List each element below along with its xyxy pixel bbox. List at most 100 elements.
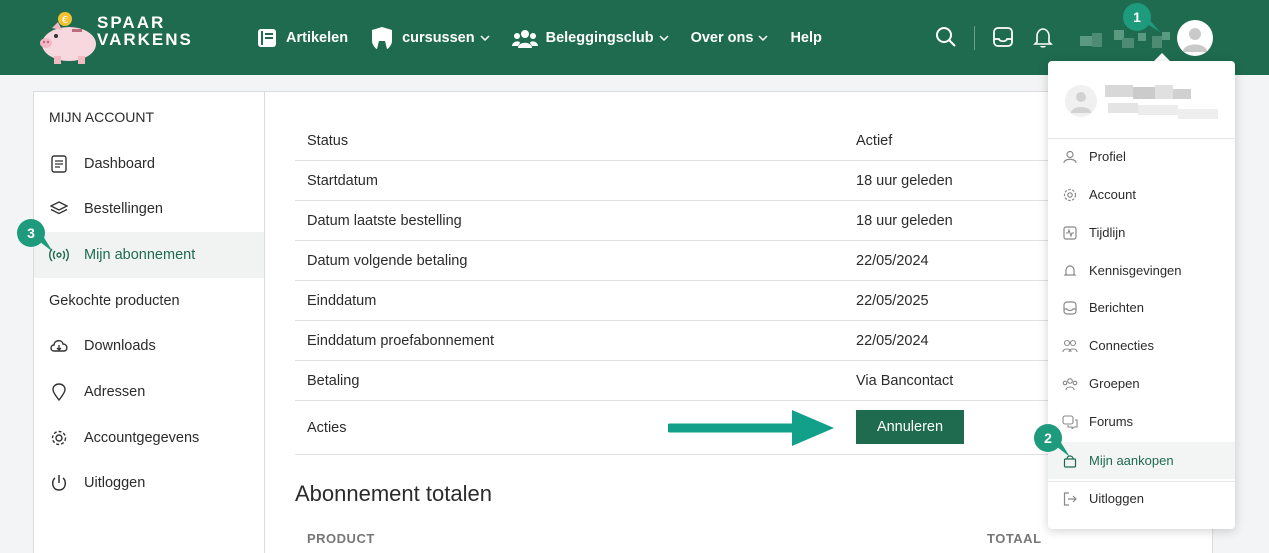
table-row: Startdatum 18 uur geleden <box>295 161 1075 201</box>
book-icon <box>258 28 276 47</box>
row-key: Betaling <box>307 373 360 389</box>
dropdown-item-label: Forums <box>1089 414 1134 429</box>
dropdown-item-kennisgevingen[interactable]: Kennisgevingen <box>1048 252 1235 289</box>
table-row: Datum volgende betaling 22/05/2024 <box>295 241 1075 281</box>
dropdown-item-label: Tijdlijn <box>1089 225 1126 240</box>
annotation-arrow-icon <box>668 410 834 446</box>
row-key: Datum laatste bestelling <box>307 213 462 229</box>
badge-pointer-icon <box>1140 18 1160 32</box>
logo-text-bottom: VARKENS <box>97 30 193 49</box>
dropdown-item-uitloggen[interactable]: Uitloggen <box>1048 480 1235 517</box>
graduation-icon <box>372 26 393 49</box>
connections-icon <box>1062 339 1078 352</box>
row-key: Startdatum <box>307 173 378 189</box>
nav-over-ons[interactable]: Over ons <box>691 30 769 46</box>
groups-icon <box>1062 377 1078 390</box>
table-row: Datum laatste bestelling 18 uur geleden <box>295 201 1075 241</box>
dropdown-item-connecties[interactable]: Connecties <box>1048 327 1235 364</box>
sidebar-item-label: Bestellingen <box>84 201 163 217</box>
dropdown-item-label: Kennisgevingen <box>1089 263 1182 278</box>
table-row: Einddatum proefabonnement 22/05/2024 <box>295 321 1075 361</box>
row-value: Actief <box>856 133 893 149</box>
header-divider <box>974 26 975 50</box>
main-nav: Artikelen cursussen Beleggingsclub Over … <box>256 0 844 75</box>
sidebar-item-label: Adressen <box>84 384 146 400</box>
user-avatar-icon <box>1071 92 1091 113</box>
user-dropdown-menu: Profiel Account Tijdlijn Kennisgevingen … <box>1048 61 1235 529</box>
nav-beleggingsclub[interactable]: Beleggingsclub <box>511 28 669 48</box>
nav-beleggingsclub-label: Beleggingsclub <box>545 29 654 46</box>
badge-pointer-icon <box>35 236 53 252</box>
dropdown-item-label: Account <box>1089 187 1136 202</box>
row-key: Datum volgende betaling <box>307 253 468 269</box>
inbox-icon <box>1063 300 1077 315</box>
dropdown-item-groepen[interactable]: Groepen <box>1048 365 1235 402</box>
nav-cursussen[interactable]: cursussen <box>370 26 490 49</box>
dropdown-item-label: Berichten <box>1089 300 1144 315</box>
account-sidebar: MIJN ACCOUNT Dashboard Bestellingen Mijn… <box>34 92 265 553</box>
chevron-down-icon <box>659 34 669 41</box>
sidebar-item-label: Downloads <box>84 338 156 354</box>
dropdown-item-label: Mijn aankopen <box>1089 453 1174 468</box>
search-icon[interactable] <box>935 26 957 48</box>
users-icon <box>511 29 538 48</box>
step-badge-number: 2 <box>1044 430 1052 446</box>
user-avatar-icon <box>1183 28 1207 52</box>
power-icon <box>51 475 67 491</box>
sidebar-item-uitloggen[interactable]: Uitloggen <box>34 460 264 506</box>
dropdown-item-account[interactable]: Account <box>1048 176 1235 213</box>
badge-pointer-icon <box>1052 441 1070 457</box>
sidebar-item-adressen[interactable]: Adressen <box>34 369 264 415</box>
user-icon <box>1063 150 1077 163</box>
row-key: Einddatum proefabonnement <box>307 333 495 349</box>
dropdown-item-label: Groepen <box>1089 376 1140 391</box>
svg-text:€: € <box>62 15 68 26</box>
nav-help[interactable]: Help <box>790 30 821 46</box>
logout-icon <box>1063 491 1077 506</box>
totals-title: Abonnement totalen <box>295 481 492 506</box>
table-row: Betaling Via Bancontact <box>295 361 1075 401</box>
dropdown-item-profiel[interactable]: Profiel <box>1048 138 1235 175</box>
sidebar-item-bestellingen[interactable]: Bestellingen <box>34 186 264 232</box>
logo-wordmark[interactable]: SPAAR VARKENS <box>97 14 193 48</box>
sidebar-item-downloads[interactable]: Downloads <box>34 323 264 369</box>
sidebar-item-label: Accountgegevens <box>84 430 200 446</box>
inbox-icon[interactable] <box>992 26 1014 48</box>
dropdown-item-forums[interactable]: Forums <box>1048 403 1235 440</box>
logo-text-top: SPAAR <box>97 13 166 32</box>
chevron-down-icon <box>758 34 768 41</box>
nav-help-label: Help <box>790 29 822 46</box>
row-value: 22/05/2024 <box>856 333 929 349</box>
cancel-subscription-button[interactable]: Annuleren <box>856 410 964 444</box>
sidebar-item-label: Dashboard <box>84 156 155 172</box>
sidebar-item-mijn-abonnement[interactable]: Mijn abonnement <box>34 232 264 278</box>
chevron-down-icon <box>480 34 490 41</box>
bell-icon[interactable] <box>1032 26 1054 48</box>
forum-icon <box>1062 414 1078 429</box>
col-product-header: PRODUCT <box>307 531 375 546</box>
gear-icon <box>51 430 67 446</box>
col-total-header: TOTAAL <box>987 531 1042 546</box>
row-value: 18 uur geleden <box>856 173 953 189</box>
row-key: Einddatum <box>307 293 377 309</box>
table-row: Status Actief <box>295 121 1075 161</box>
nav-artikelen[interactable]: Artikelen <box>256 27 348 49</box>
dashboard-icon <box>51 155 67 173</box>
dropdown-item-tijdlijn[interactable]: Tijdlijn <box>1048 214 1235 251</box>
sidebar-item-dashboard[interactable]: Dashboard <box>34 141 264 187</box>
timeline-icon <box>1063 225 1077 240</box>
sidebar-item-label: Uitloggen <box>84 475 146 491</box>
row-value: 22/05/2024 <box>856 253 929 269</box>
sidebar-item-label: Mijn abonnement <box>84 247 196 263</box>
avatar[interactable] <box>1177 20 1213 56</box>
nav-over-ons-label: Over ons <box>690 29 754 46</box>
sidebar-item-accountgegevens[interactable]: Accountgegevens <box>34 415 264 461</box>
row-value: 22/05/2025 <box>856 293 929 309</box>
dropdown-item-berichten[interactable]: Berichten <box>1048 289 1235 326</box>
sidebar-title: MIJN ACCOUNT <box>49 109 154 125</box>
dropdown-user-card[interactable] <box>1048 61 1235 139</box>
dropdown-item-mijn-aankopen[interactable]: Mijn aankopen <box>1048 442 1235 479</box>
account-card: MIJN ACCOUNT Dashboard Bestellingen Mijn… <box>33 91 1213 553</box>
gear-icon <box>1063 188 1077 201</box>
sidebar-item-gekochte-producten[interactable]: Gekochte producten <box>34 278 264 324</box>
